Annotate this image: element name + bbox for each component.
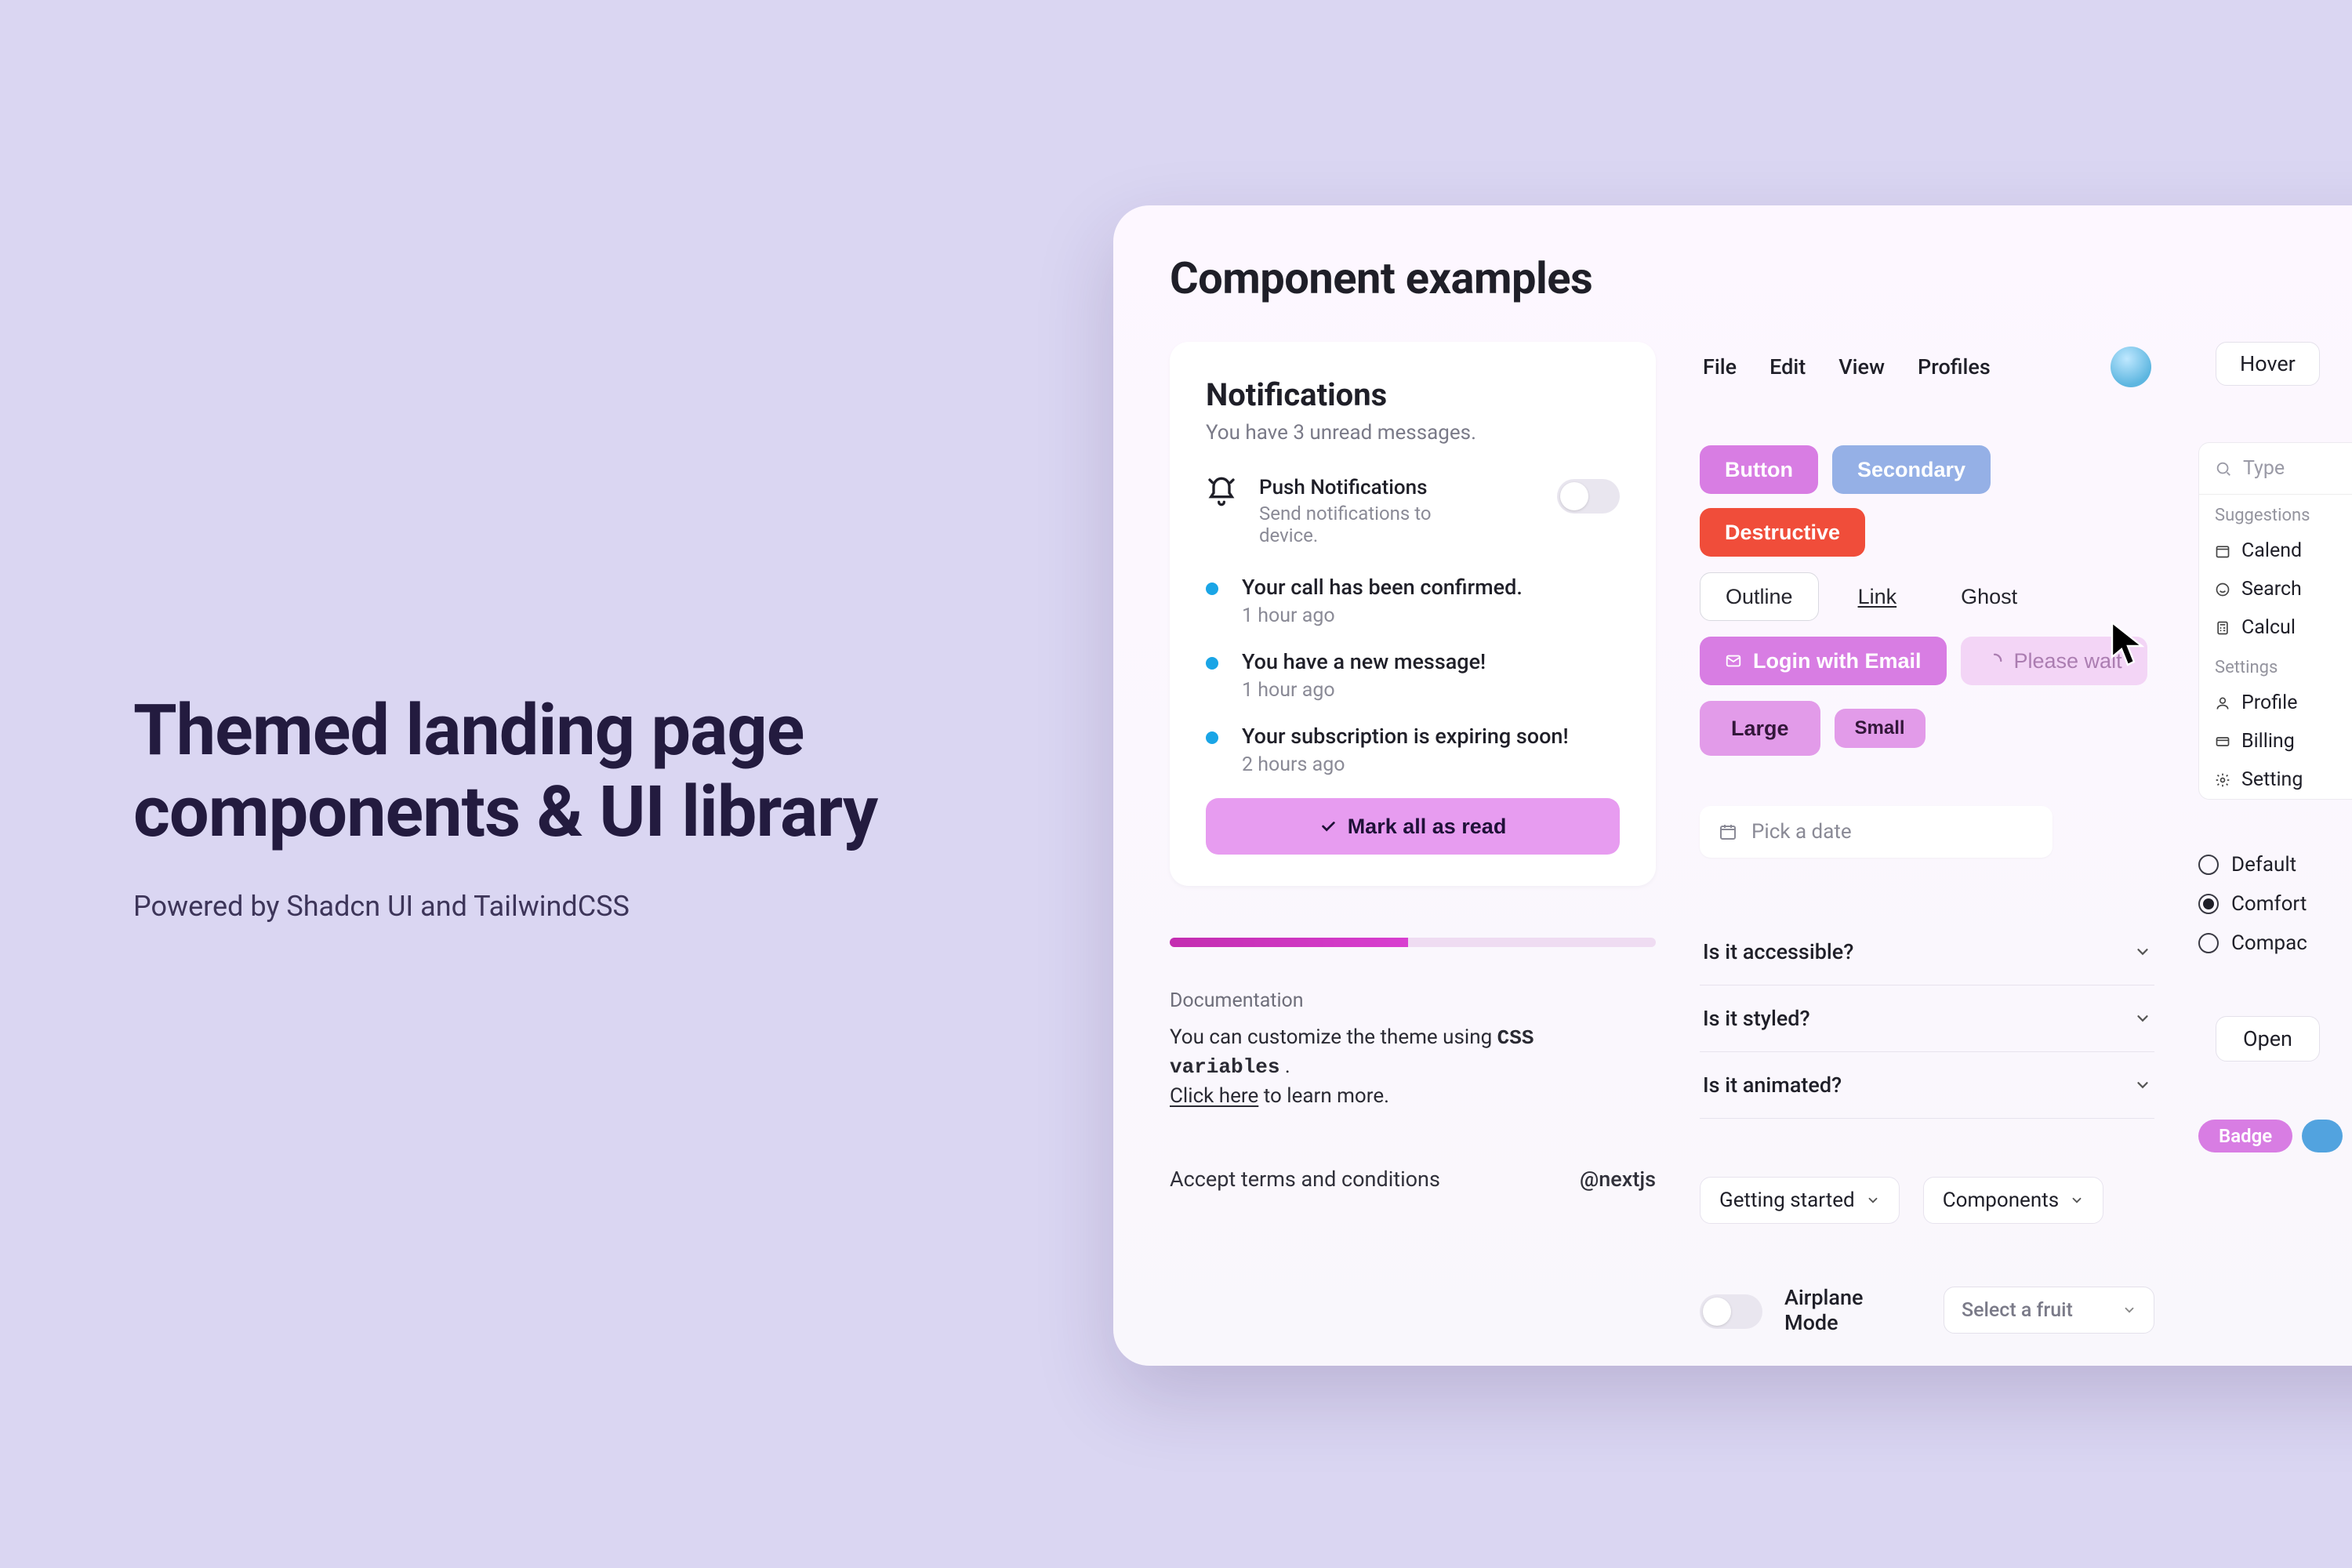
accordion-item[interactable]: Is it accessible? — [1700, 919, 2154, 985]
unread-dot-icon — [1206, 731, 1218, 744]
push-notifications-row: Push Notifications Send notifications to… — [1206, 476, 1620, 546]
accordion-item[interactable]: Is it animated? — [1700, 1052, 2154, 1119]
radio-group: Default Comfort Compac — [2198, 845, 2352, 963]
button-ghost[interactable]: Ghost — [1936, 572, 2042, 621]
fruit-select[interactable]: Select a fruit — [1944, 1287, 2154, 1334]
menu-edit[interactable]: Edit — [1769, 354, 1806, 379]
user-icon — [2215, 695, 2230, 711]
push-sub: Send notifications to device. — [1259, 503, 1463, 546]
calculator-icon — [2215, 620, 2230, 636]
notification-item: You have a new message! 1 hour ago — [1206, 649, 1620, 702]
command-item[interactable]: Profile — [2199, 684, 2352, 722]
airplane-label: Airplane Mode — [1784, 1285, 1922, 1335]
examples-panel: Component examples Notifications You hav… — [1113, 205, 2352, 1366]
button-login-email[interactable]: Login with Email — [1700, 637, 1947, 685]
documentation-link[interactable]: Click here — [1170, 1084, 1258, 1108]
badge-default: Badge — [2198, 1120, 2292, 1152]
command-item[interactable]: Setting — [2199, 760, 2352, 799]
gear-icon — [2215, 772, 2230, 788]
notification-item: Your call has been confirmed. 1 hour ago — [1206, 575, 1620, 627]
unread-dot-icon — [1206, 657, 1218, 670]
documentation-label: Documentation — [1170, 989, 1656, 1012]
button-loading[interactable]: Please wait — [1961, 637, 2147, 685]
command-search-input[interactable]: Type — [2199, 443, 2352, 495]
menu-profiles[interactable]: Profiles — [1918, 354, 1991, 379]
hero-subtitle: Powered by Shadcn UI and TailwindCSS — [133, 890, 956, 923]
notifications-heading: Notifications — [1206, 376, 1620, 413]
accordion-item[interactable]: Is it styled? — [1700, 985, 2154, 1052]
documentation-body: You can customize the theme using CSS va… — [1170, 1023, 1656, 1110]
button-link[interactable]: Link — [1833, 572, 1922, 621]
dropdown-getting-started[interactable]: Getting started — [1700, 1177, 1900, 1224]
menu-file[interactable]: File — [1703, 354, 1737, 379]
button-primary[interactable]: Button — [1700, 445, 1818, 494]
button-outline[interactable]: Outline — [1700, 572, 1819, 621]
dropdown-components[interactable]: Components — [1923, 1177, 2103, 1224]
progress-fill — [1170, 938, 1408, 947]
command-item[interactable]: Calcul — [2199, 608, 2352, 647]
avatar[interactable] — [2111, 347, 2151, 387]
panel-title: Component examples — [1170, 252, 2352, 304]
notifications-card: Notifications You have 3 unread messages… — [1170, 342, 1656, 886]
menubar: File Edit View Profiles — [1700, 342, 2154, 387]
radio-option[interactable]: Default — [2198, 845, 2352, 884]
airplane-toggle[interactable] — [1700, 1294, 1762, 1329]
hero-title: Themed landing page components & UI libr… — [133, 690, 956, 852]
credit-card-icon — [2215, 734, 2230, 750]
radio-option[interactable]: Comfort — [2198, 884, 2352, 924]
chevron-down-icon — [2070, 1193, 2084, 1207]
push-toggle[interactable] — [1557, 479, 1620, 514]
command-palette[interactable]: Type Suggestions Calend Search Calcul Se… — [2198, 442, 2352, 800]
search-icon — [2215, 460, 2232, 477]
calendar-icon — [1719, 822, 1737, 841]
button-secondary[interactable]: Secondary — [1832, 445, 1991, 494]
smile-icon — [2215, 582, 2230, 597]
notification-item: Your subscription is expiring soon! 2 ho… — [1206, 724, 1620, 776]
chevron-down-icon — [2134, 1076, 2151, 1094]
mail-icon — [1725, 652, 1742, 670]
date-picker[interactable]: Pick a date — [1700, 806, 2053, 858]
progress-bar — [1170, 938, 1656, 947]
dialog-open-button[interactable]: Open — [2216, 1016, 2320, 1062]
command-item[interactable]: Billing — [2199, 722, 2352, 760]
button-small[interactable]: Small — [1835, 709, 1926, 748]
calendar-icon — [2215, 543, 2230, 559]
radio-option[interactable]: Compac — [2198, 924, 2352, 963]
menu-view[interactable]: View — [1838, 354, 1885, 379]
chevron-down-icon — [1866, 1193, 1880, 1207]
check-icon — [1319, 818, 1337, 835]
command-item[interactable]: Calend — [2199, 532, 2352, 570]
hero-copy: Themed landing page components & UI libr… — [133, 690, 956, 923]
hovercard-trigger[interactable]: Hover — [2216, 342, 2320, 386]
button-destructive[interactable]: Destructive — [1700, 508, 1865, 557]
chevron-down-icon — [2122, 1303, 2136, 1317]
terms-handle: @nextjs — [1580, 1167, 1656, 1192]
bell-icon — [1206, 476, 1237, 507]
push-title: Push Notifications — [1259, 476, 1463, 499]
button-large[interactable]: Large — [1700, 701, 1820, 756]
badge-secondary — [2302, 1120, 2343, 1152]
spinner-icon — [1986, 652, 2003, 670]
command-item[interactable]: Search — [2199, 570, 2352, 608]
chevron-down-icon — [2134, 943, 2151, 960]
terms-label[interactable]: Accept terms and conditions — [1170, 1167, 1440, 1192]
unread-dot-icon — [1206, 583, 1218, 595]
notifications-subheading: You have 3 unread messages. — [1206, 421, 1620, 445]
chevron-down-icon — [2134, 1010, 2151, 1027]
mark-all-read-button[interactable]: Mark all as read — [1206, 798, 1620, 855]
